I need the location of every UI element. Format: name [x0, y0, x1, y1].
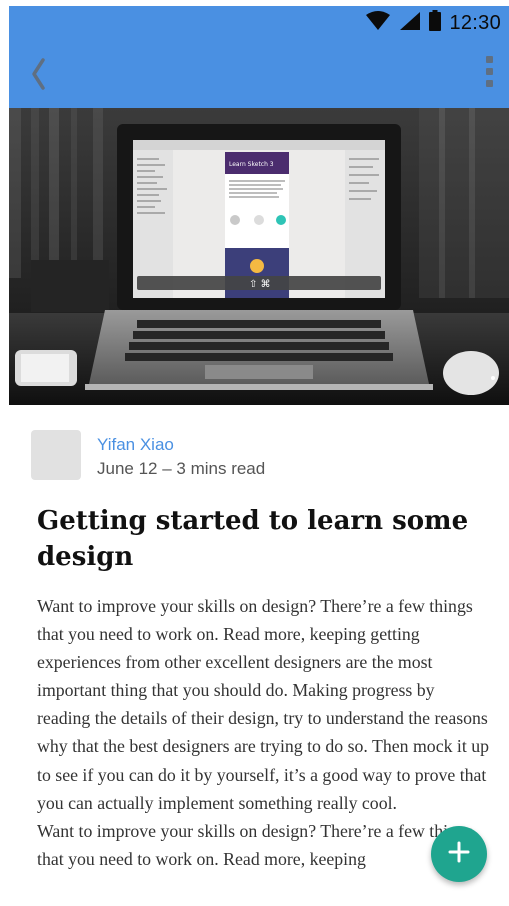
post-body: Want to improve your skills on design? T… [37, 592, 492, 873]
frame-top-margin [0, 0, 509, 6]
more-options-button[interactable] [479, 56, 499, 92]
shortcut-overlay: ⇧ ⌘ [249, 279, 271, 290]
hero-image: Learn Sketch 3 ⇧ ⌘ [9, 108, 509, 405]
app-bar [9, 40, 509, 108]
wifi-icon [365, 10, 391, 36]
speaker [31, 260, 109, 312]
mouse-on-desk [443, 351, 499, 395]
battery-icon [429, 10, 442, 36]
post-title: Getting started to learn some design [37, 506, 469, 572]
laptop-photo: Learn Sketch 3 ⇧ ⌘ [9, 108, 509, 405]
add-fab-button[interactable] [431, 826, 487, 882]
cellular-signal-icon [399, 11, 421, 36]
status-time: 12:30 [449, 11, 501, 34]
status-icons: 12:30 [365, 10, 501, 36]
plus-icon [447, 840, 471, 869]
screen-heading: Learn Sketch 3 [229, 161, 274, 168]
avatar[interactable] [31, 430, 81, 480]
chevron-left-icon [21, 58, 55, 98]
post-paragraph-1: Want to improve your skills on design? T… [37, 596, 490, 813]
author-name[interactable]: Yifan Xiao [97, 435, 174, 455]
frame-left-margin [0, 0, 9, 906]
back-button[interactable] [21, 54, 55, 94]
post-paragraph-2: Want to improve your skills on design? T… [37, 820, 473, 869]
author-row: Yifan Xiao June 12 – 3 mins read [31, 430, 491, 482]
status-bar: 12:30 [9, 6, 509, 40]
more-vertical-icon [479, 56, 499, 87]
post-meta: June 12 – 3 mins read [97, 459, 266, 478]
